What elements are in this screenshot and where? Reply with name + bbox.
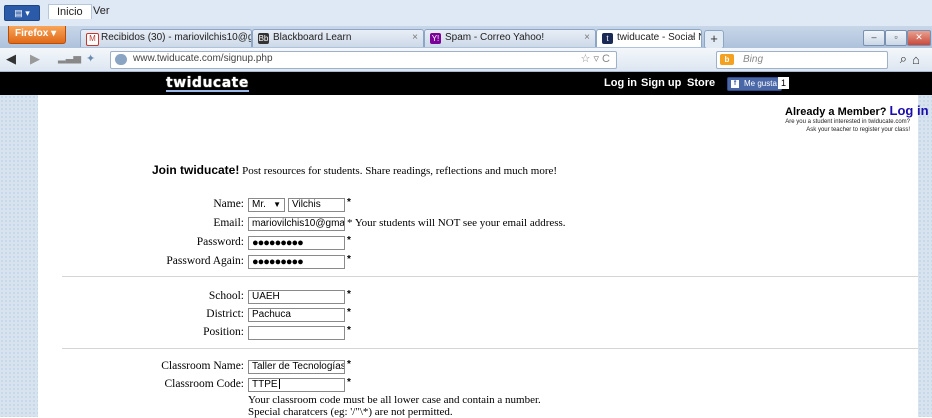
firefox-menu-button[interactable]: Firefox ▾ [8, 26, 66, 44]
password-label: Password: [196, 236, 244, 248]
title-select[interactable]: Mr. ▼ [248, 198, 285, 212]
twiducate-icon: t [602, 33, 613, 44]
forward-icon[interactable]: ▶ [30, 52, 40, 66]
close-window-button[interactable]: ✕ [907, 30, 931, 46]
tab-label: Recibidos (30) - mariovilchis10@gma... [101, 32, 251, 43]
minimize-button[interactable]: – [863, 30, 885, 46]
ribbon-tab-inicio[interactable]: Inicio [48, 4, 92, 19]
search-placeholder: Bing [743, 54, 764, 65]
section-divider [62, 348, 918, 349]
classroom-code-note: Your classroom code must be all lower ca… [248, 394, 541, 406]
tab-label: Blackboard Learn [273, 32, 352, 43]
name-label: Name: [213, 198, 244, 210]
required-marker: * [347, 377, 351, 388]
url-text: www.twiducate.com/signup.php [133, 53, 273, 64]
district-label: District: [206, 308, 244, 320]
header-store-link[interactable]: Store [687, 77, 715, 89]
like-label: Me gusta [744, 79, 777, 88]
yahoo-icon: Y! [430, 33, 441, 44]
district-input[interactable]: Pachuca [248, 308, 345, 322]
addon-icon[interactable]: ✦ [86, 52, 95, 66]
classroom-name-label: Classroom Name: [161, 360, 244, 372]
position-input[interactable] [248, 326, 345, 340]
search-bar[interactable]: b Bing ⌕ [716, 51, 907, 69]
ribbon-tab-ver[interactable]: Ver [93, 5, 110, 17]
left-background-pattern [0, 95, 38, 417]
student-question-text: Are you a student interested in twiducat… [785, 119, 910, 125]
facebook-icon: f [731, 80, 739, 88]
classroom-code-input[interactable]: TTPE [248, 378, 345, 392]
like-count: 1 [778, 77, 790, 89]
section-divider [62, 276, 918, 277]
already-member-login-link[interactable]: Log in [890, 103, 929, 118]
tab-close-icon[interactable]: × [690, 30, 696, 46]
text-cursor [278, 379, 280, 390]
url-bar[interactable]: www.twiducate.com/signup.php ☆ ▿ C [110, 51, 617, 69]
site-identity-icon[interactable] [115, 54, 127, 65]
bing-engine-icon[interactable]: b [720, 54, 734, 65]
blackboard-icon: Bb [258, 33, 269, 44]
tab-twiducate[interactable]: t twiducate - Social Networking For Sc..… [596, 29, 702, 47]
join-tagline: Post resources for students. Share readi… [242, 165, 558, 177]
tab-close-icon[interactable]: × [584, 30, 590, 46]
home-icon[interactable]: ⌂ [912, 52, 920, 67]
required-marker: * [347, 197, 351, 208]
navigation-bar: ◀ ▶ ▂▃▅ ✦ www.twiducate.com/signup.php ☆… [0, 48, 932, 72]
facebook-like-button[interactable]: f Me gusta [727, 77, 782, 91]
title-select-value: Mr. [252, 199, 266, 210]
twiducate-logo[interactable]: twiducate [166, 76, 249, 92]
header-login-link[interactable]: Log in [604, 77, 637, 89]
position-label: Position: [203, 326, 244, 338]
ribbon-bar: ▤ ▾ Inicio Ver [0, 0, 932, 27]
already-member-text: Already a Member? [785, 106, 887, 118]
browser-tab-strip: Firefox ▾ M Recibidos (30) - mariovilchi… [0, 26, 932, 49]
required-marker: * [347, 289, 351, 300]
required-marker: * [347, 307, 351, 318]
right-background-pattern [918, 95, 932, 417]
password-input[interactable]: ●●●●●●●●● [248, 236, 345, 250]
last-name-input[interactable]: Vilchis [288, 198, 345, 212]
required-marker: * [347, 254, 351, 265]
classroom-code-value: TTPE [252, 379, 278, 390]
back-icon[interactable]: ◀ [6, 52, 16, 66]
join-title: Join twiducate! [152, 163, 240, 177]
special-characters-note: Special charatcers (eg: '/"\*) are not p… [248, 406, 453, 418]
password-again-input[interactable]: ●●●●●●●●● [248, 255, 345, 269]
search-icon[interactable]: ⌕ [900, 51, 907, 67]
school-input[interactable]: UAEH [248, 290, 345, 304]
ask-teacher-text: Ask your teacher to register your class! [806, 127, 910, 133]
header-signup-link[interactable]: Sign up [641, 77, 681, 89]
maximize-button[interactable]: ▫ [885, 30, 907, 46]
bookmark-star-icon[interactable]: ☆ ▿ C [581, 52, 610, 65]
join-heading: Join twiducate! Post resources for stude… [152, 163, 557, 177]
email-label: Email: [213, 217, 244, 229]
email-input[interactable]: mariovilchis10@gmail. [248, 217, 345, 231]
tab-yahoo[interactable]: Y! Spam - Correo Yahoo! × [424, 29, 596, 47]
tab-blackboard[interactable]: Bb Blackboard Learn × [252, 29, 424, 47]
tab-gmail[interactable]: M Recibidos (30) - mariovilchis10@gma... [80, 29, 252, 47]
tab-label: Spam - Correo Yahoo! [445, 32, 545, 43]
chevron-down-icon: ▼ [273, 200, 281, 209]
app-menu-button[interactable]: ▤ ▾ [4, 5, 40, 21]
classroom-code-label: Classroom Code: [164, 378, 244, 390]
signal-icon: ▂▃▅ [58, 53, 82, 64]
required-marker: * [347, 235, 351, 246]
tab-close-icon[interactable]: × [412, 30, 418, 46]
email-privacy-note: * Your students will NOT see your email … [347, 217, 566, 229]
new-tab-button[interactable]: + [704, 30, 724, 49]
required-marker: * [347, 359, 351, 370]
school-label: School: [208, 290, 244, 302]
password-again-label: Password Again: [166, 255, 244, 267]
site-header: twiducate Log in Sign up Store f Me gust… [0, 72, 932, 95]
required-marker: * [347, 325, 351, 336]
gmail-icon: M [86, 33, 99, 46]
classroom-name-input[interactable]: Taller de Tecnologías [248, 360, 345, 374]
already-member-box: Already a Member? Log in [785, 103, 929, 118]
